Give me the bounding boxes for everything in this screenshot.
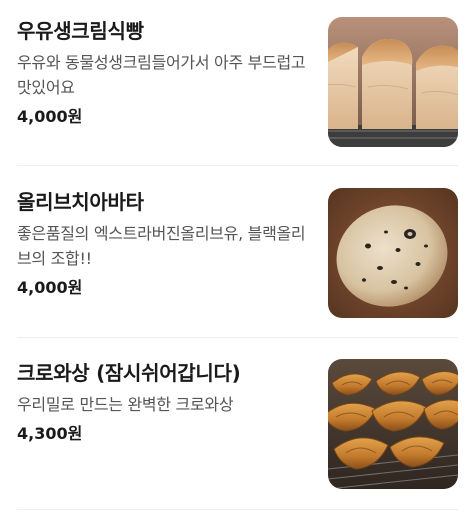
menu-item-description: 우유와 동물성생크림들어가서 아주 부드럽고 맛있어요 [17, 53, 306, 97]
menu-item-price: 4,300원 [17, 424, 83, 443]
menu-item-description: 우리밀로 만드는 완벽한 크로와상 [17, 395, 234, 414]
milk-cream-bread-image [328, 17, 458, 147]
menu-item-name: 크로와상 (잠시쉬어갑니다) [17, 361, 241, 385]
menu-divider [17, 509, 458, 510]
croissant-photo [328, 359, 458, 489]
menu-item-price: 4,000원 [17, 107, 83, 126]
menu-item-croissant[interactable]: 크로와상 (잠시쉬어갑니다) 우리밀로 만드는 완벽한 크로와상 4,300원 [0, 359, 466, 529]
menu-item-name: 우유생크림식빵 [17, 19, 144, 43]
menu-item-price: 4,000원 [17, 278, 83, 297]
olive-ciabatta-photo [328, 188, 458, 318]
menu-item-milk-cream-bread[interactable]: 우유생크림식빵 우유와 동물성생크림들어가서 아주 부드럽고 맛있어요 4,00… [0, 17, 466, 187]
milk-cream-bread-photo [328, 17, 458, 147]
menu-divider [17, 337, 458, 338]
menu-item-info: 우유생크림식빵 우유와 동물성생크림들어가서 아주 부드럽고 맛있어요 4,00… [17, 17, 312, 128]
olive-ciabatta-image [328, 188, 458, 318]
menu-divider [17, 165, 458, 166]
menu-item-olive-ciabatta[interactable]: 올리브치아바타 좋은품질의 엑스트라버진올리브유, 블랙올리브의 조합!! 4,… [0, 188, 466, 358]
menu-item-info: 올리브치아바타 좋은품질의 엑스트라버진올리브유, 블랙올리브의 조합!! 4,… [17, 188, 312, 299]
menu-list: 우유생크림식빵 우유와 동물성생크림들어가서 아주 부드럽고 맛있어요 4,00… [0, 0, 466, 524]
croissant-image [328, 359, 458, 489]
menu-item-name: 올리브치아바타 [17, 190, 144, 214]
menu-item-description: 좋은품질의 엑스트라버진올리브유, 블랙올리브의 조합!! [17, 224, 306, 268]
menu-item-info: 크로와상 (잠시쉬어갑니다) 우리밀로 만드는 완벽한 크로와상 4,300원 [17, 359, 312, 445]
